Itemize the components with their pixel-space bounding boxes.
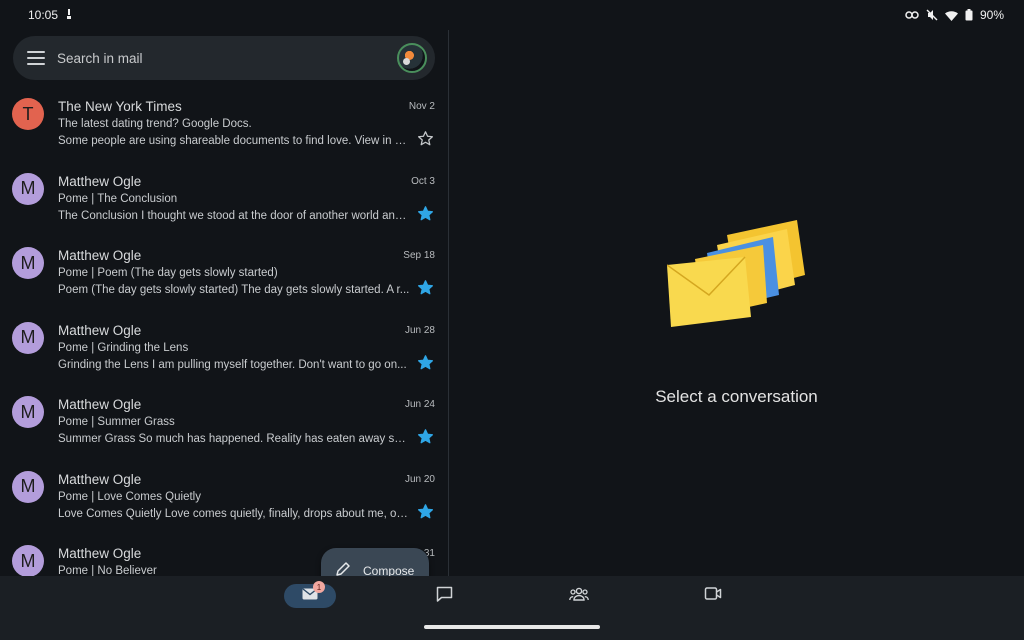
mail-list: T The New York Times Nov 2 The latest da… (0, 94, 448, 576)
email-date: Jun 28 (404, 324, 435, 336)
email-subject: Pome | The Conclusion (58, 192, 178, 205)
email-date: Oct 3 (411, 175, 435, 187)
email-snippet: Summer Grass So much has happened. Reali… (58, 433, 410, 445)
nav-meet[interactable] (687, 584, 739, 608)
sender-avatar[interactable]: M (12, 545, 44, 576)
sender-name: The New York Times (58, 99, 182, 114)
email-snippet: Grinding the Lens I am pulling myself to… (58, 358, 407, 371)
mail-list-item[interactable]: M Matthew Ogle Oct 3 Pome | The Conclusi… (0, 169, 448, 244)
sender-avatar[interactable]: M (12, 247, 44, 279)
star-filled-icon[interactable] (417, 279, 434, 296)
unread-badge: 1 (313, 581, 325, 593)
email-subject: Pome | Love Comes Quietly (58, 490, 201, 503)
email-snippet: Poem (The day gets slowly started) The d… (58, 284, 410, 296)
email-date: Jun 20 (404, 473, 435, 485)
email-subject: Pome | Poem (The day gets slowly started… (58, 267, 278, 279)
pencil-icon (335, 561, 351, 576)
envelopes-illustration (666, 215, 807, 335)
email-date: Jun 24 (404, 399, 435, 410)
nav-spaces[interactable] (553, 584, 605, 608)
sender-name: Matthew Ogle (58, 546, 142, 561)
compose-label: Compose (363, 563, 415, 577)
sender-name: Matthew Ogle (58, 397, 142, 412)
nav-mail[interactable]: 1 (284, 581, 336, 608)
star-filled-icon[interactable] (417, 503, 434, 520)
spaces-icon (569, 587, 589, 606)
sender-name: Matthew Ogle (58, 173, 142, 189)
mail-list-item[interactable]: T The New York Times Nov 2 The latest da… (0, 94, 448, 169)
mail-list-item[interactable]: M Matthew Ogle Jun 20 Pome | Love Comes … (0, 467, 448, 542)
battery-icon (965, 9, 973, 21)
status-bar: 10:05 90% (0, 0, 1024, 30)
menu-icon[interactable] (27, 51, 45, 65)
sender-name: Matthew Ogle (58, 248, 142, 263)
sender-avatar[interactable]: M (12, 470, 44, 503)
mail-list-item[interactable]: M Matthew Ogle Jun 28 Pome | Grinding th… (0, 318, 448, 393)
email-subject: The latest dating trend? Google Docs. (58, 118, 252, 130)
notification-icon (66, 8, 72, 22)
conversation-pane: Select a conversation (449, 30, 1024, 576)
sender-avatar[interactable]: T (12, 98, 44, 130)
email-snippet: The Conclusion I thought we stood at the… (58, 209, 410, 222)
email-snippet: Love Comes Quietly Love comes quietly, f… (58, 507, 410, 520)
mute-icon (926, 9, 938, 21)
email-date: Sep 18 (403, 250, 435, 261)
wifi-icon (944, 10, 958, 21)
battery-percent: 90% (979, 8, 1004, 22)
sender-name: Matthew Ogle (58, 471, 142, 487)
mail-list-pane: Search in mail T The New York Times Nov … (0, 30, 448, 576)
sender-name: Matthew Ogle (58, 322, 142, 338)
star-filled-icon[interactable] (417, 354, 434, 371)
star-filled-icon[interactable] (417, 428, 434, 445)
chat-icon (436, 586, 453, 607)
compose-button[interactable]: Compose (321, 548, 429, 576)
sender-avatar[interactable]: M (12, 396, 44, 428)
sender-avatar[interactable]: M (12, 172, 44, 205)
email-subject: Pome | No Believer (58, 565, 157, 576)
video-camera-icon (704, 587, 722, 605)
search-bar[interactable]: Search in mail (13, 36, 435, 80)
sender-avatar[interactable]: M (12, 321, 44, 354)
email-subject: Pome | Grinding the Lens (58, 341, 189, 354)
account-avatar[interactable] (397, 43, 427, 73)
mail-list-item[interactable]: M Matthew Ogle Jun 24 Pome | Summer Gras… (0, 392, 448, 467)
email-date: Nov 2 (408, 101, 435, 112)
bottom-navigation: 1 (0, 576, 1024, 640)
home-indicator[interactable] (424, 625, 600, 629)
empty-state-message: Select a conversation (655, 387, 818, 406)
email-subject: Pome | Summer Grass (58, 416, 175, 428)
search-input[interactable]: Search in mail (57, 51, 397, 66)
status-time: 10:05 (28, 8, 59, 22)
nav-chat[interactable] (418, 584, 470, 608)
email-snippet: Some people are using shareable document… (58, 135, 410, 147)
star-outline-icon[interactable] (417, 130, 434, 147)
link-icon (905, 10, 919, 20)
mail-list-item[interactable]: M Matthew Ogle Sep 18 Pome | Poem (The d… (0, 243, 448, 318)
star-filled-icon[interactable] (417, 205, 434, 222)
